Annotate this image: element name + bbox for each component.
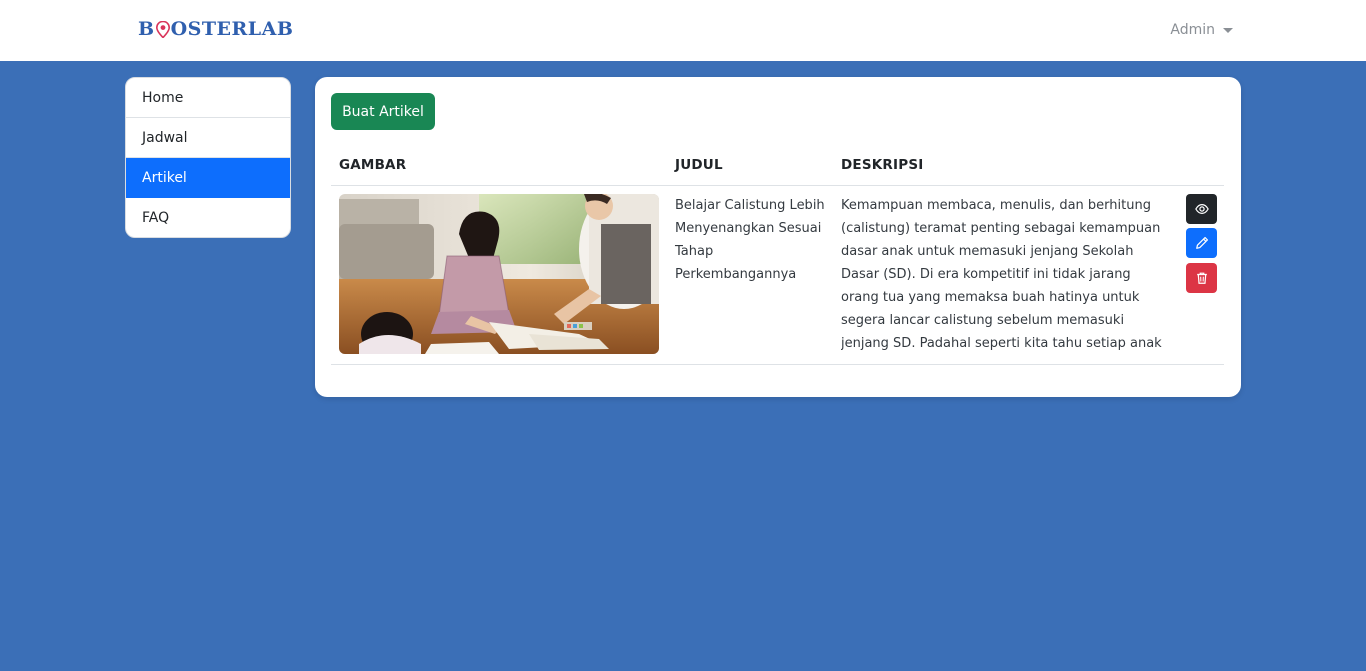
view-article-button[interactable] (1186, 194, 1217, 224)
brand-logo[interactable]: B OSTERLAB (138, 17, 293, 41)
sidebar-item-home[interactable]: Home (126, 78, 290, 118)
trash-icon (1195, 271, 1209, 285)
eye-icon (1194, 202, 1209, 216)
brand-text-end: OSTERLAB (170, 18, 294, 40)
article-title: Belajar Calistung Lebih Menyenangkan Ses… (675, 198, 825, 282)
article-description: Kemampuan membaca, menulis, dan berhitun… (841, 198, 1162, 351)
location-pin-icon (155, 20, 170, 38)
table-header-divider (331, 185, 1224, 186)
user-menu-label: Admin (1170, 22, 1215, 38)
top-navbar: B OSTERLAB Admin (0, 0, 1366, 61)
edit-article-button[interactable] (1186, 228, 1217, 258)
sidebar-nav: Home Jadwal Artikel FAQ (125, 77, 291, 238)
sidebar-item-label: FAQ (142, 210, 170, 226)
table-row-divider (331, 364, 1224, 365)
article-thumbnail (339, 194, 659, 354)
user-menu-dropdown[interactable]: Admin (1170, 20, 1233, 40)
column-header-title: JUDUL (675, 157, 723, 173)
column-header-description: DESKRIPSI (841, 157, 924, 173)
caret-down-icon (1223, 27, 1233, 33)
article-panel: Buat Artikel GAMBAR JUDUL DESKRIPSI Bela… (315, 77, 1241, 397)
pencil-icon (1195, 236, 1209, 250)
brand-text-start: B (138, 18, 155, 40)
sidebar-item-jadwal[interactable]: Jadwal (126, 118, 290, 158)
column-header-image: GAMBAR (339, 157, 407, 173)
delete-article-button[interactable] (1186, 263, 1217, 293)
sidebar-item-faq[interactable]: FAQ (126, 198, 290, 237)
sidebar-item-label: Artikel (142, 169, 187, 186)
sidebar-item-artikel[interactable]: Artikel (126, 158, 290, 198)
create-article-button[interactable]: Buat Artikel (331, 93, 435, 130)
sidebar-item-label: Jadwal (142, 129, 188, 146)
sidebar-item-label: Home (142, 89, 184, 106)
